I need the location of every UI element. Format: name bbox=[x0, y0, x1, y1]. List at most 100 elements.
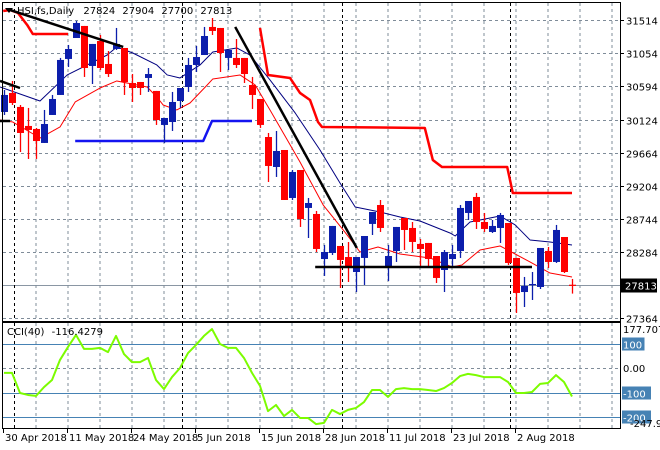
stop-line bbox=[258, 27, 572, 195]
time-tick-label: 24 May 2018 bbox=[133, 433, 198, 444]
candle-body bbox=[169, 101, 176, 123]
cci-current-value: -116.4279 bbox=[52, 327, 103, 338]
bearish-candle bbox=[17, 105, 24, 152]
bullish-candle bbox=[273, 130, 280, 177]
candle-body bbox=[321, 251, 328, 260]
cci-header: CCI(40) -116.4279 bbox=[7, 327, 103, 338]
candle-body bbox=[337, 245, 344, 260]
candle-body bbox=[25, 125, 32, 130]
bullish-candle bbox=[361, 235, 368, 285]
candle-body bbox=[121, 47, 128, 82]
svg-text:CCI(40) -116.4279: CCI(40) -116.4279 bbox=[7, 327, 103, 338]
candle-body bbox=[49, 98, 56, 115]
time-tick-label: 5 Jun 2018 bbox=[197, 433, 251, 444]
bullish-candle bbox=[497, 212, 504, 243]
bullish-candle bbox=[41, 109, 48, 143]
cci-min-label: -247.929 bbox=[630, 419, 660, 430]
bearish-candle bbox=[105, 50, 112, 77]
bullish-candle bbox=[393, 226, 400, 262]
candle-body bbox=[41, 124, 48, 143]
candle-body bbox=[209, 26, 216, 31]
candle-body bbox=[193, 57, 200, 65]
price-axis: 31514 31054 30594 30124 29664 29204 28744 28284… bbox=[620, 17, 658, 326]
price-chart-window[interactable]: 31514 31054 30594 30124 29664 29204 28744 28284… bbox=[0, 0, 660, 450]
bullish-candle bbox=[353, 257, 360, 293]
bearish-candle bbox=[25, 107, 32, 159]
bearish-candle bbox=[561, 237, 568, 274]
candle-body bbox=[281, 149, 288, 200]
bearish-candle bbox=[425, 242, 432, 268]
candle-body bbox=[161, 117, 168, 125]
bullish-candle bbox=[537, 247, 544, 290]
cci-series bbox=[4, 328, 573, 426]
bullish-candle bbox=[177, 88, 184, 108]
time-tick-label: 11 Jul 2018 bbox=[389, 433, 446, 444]
bullish-candle bbox=[553, 224, 560, 263]
bullish-candle bbox=[193, 45, 200, 73]
bullish-candle bbox=[465, 200, 472, 220]
bullish-candle bbox=[457, 205, 464, 258]
cci-zero-label: 0.00 bbox=[623, 364, 645, 375]
bearish-candle bbox=[33, 127, 40, 159]
candle-body bbox=[345, 257, 352, 267]
grid bbox=[3, 3, 620, 428]
candle-body bbox=[273, 150, 280, 167]
candle-body bbox=[153, 90, 160, 120]
price-tick-label: 28284 bbox=[626, 249, 658, 260]
bullish-candle bbox=[305, 197, 312, 239]
bullish-candle bbox=[169, 91, 176, 131]
candle-body bbox=[497, 214, 504, 228]
bearish-candle bbox=[281, 149, 288, 200]
candle-body bbox=[417, 243, 424, 249]
bullish-candle bbox=[225, 49, 232, 70]
candle-body bbox=[329, 225, 336, 253]
candle-body bbox=[33, 128, 40, 142]
bullish-candle bbox=[185, 57, 192, 92]
svg-text:HSI,fs,Daily 27824: HSI,fs,Daily 27824 27904 27700 27813 bbox=[17, 6, 232, 17]
candle-body bbox=[409, 227, 416, 242]
candle-body bbox=[129, 82, 136, 89]
candle-body bbox=[545, 250, 552, 262]
bearish-candle bbox=[377, 199, 384, 232]
bearish-candle bbox=[545, 246, 552, 268]
low-value: 27700 bbox=[161, 6, 193, 17]
candle-body bbox=[313, 213, 320, 249]
bullish-candle bbox=[65, 44, 72, 67]
cci-title: CCI(40) bbox=[7, 327, 45, 338]
candle-body bbox=[425, 242, 432, 260]
bearish-candle bbox=[481, 212, 488, 232]
bearish-candle bbox=[217, 27, 224, 73]
candle-body bbox=[537, 247, 544, 288]
price-tick-label: 31054 bbox=[626, 50, 658, 61]
trendline[interactable] bbox=[234, 26, 358, 249]
candle-body bbox=[529, 283, 536, 286]
bearish-candle bbox=[505, 223, 512, 265]
candle-body bbox=[137, 81, 144, 89]
time-axis: 30 Apr 2018 11 May 201824 May 20185 Jun 2… bbox=[3, 429, 575, 444]
cci-axis: 100-100-200177.70730.00-247.929 bbox=[622, 325, 660, 430]
candle-body bbox=[393, 226, 400, 251]
price-tick-label: 31514 bbox=[626, 17, 658, 28]
candle-body bbox=[233, 57, 240, 65]
bullish-candle bbox=[161, 117, 168, 143]
candle-body bbox=[201, 35, 208, 56]
bearish-candle bbox=[257, 98, 264, 128]
candle-body bbox=[57, 59, 64, 95]
candle-body bbox=[353, 257, 360, 273]
bearish-candle bbox=[569, 278, 576, 294]
chart-header: HSI,fs,Daily 27824 27904 27700 27813 bbox=[5, 6, 232, 17]
candle-body bbox=[257, 98, 264, 125]
candle-body bbox=[465, 200, 472, 213]
candle-body bbox=[505, 223, 512, 263]
candle-body bbox=[513, 257, 520, 293]
bullish-candle bbox=[449, 244, 456, 268]
bearish-candle bbox=[409, 222, 416, 252]
candle-body bbox=[377, 205, 384, 228]
candle-body bbox=[457, 207, 464, 251]
time-tick-label: 11 May 2018 bbox=[69, 433, 134, 444]
time-tick-label: 15 Jun 2018 bbox=[261, 433, 321, 444]
candle-body bbox=[217, 27, 224, 53]
current-price-label: 27813 bbox=[625, 282, 657, 293]
bearish-candle bbox=[265, 132, 272, 182]
candle-body bbox=[401, 217, 408, 230]
